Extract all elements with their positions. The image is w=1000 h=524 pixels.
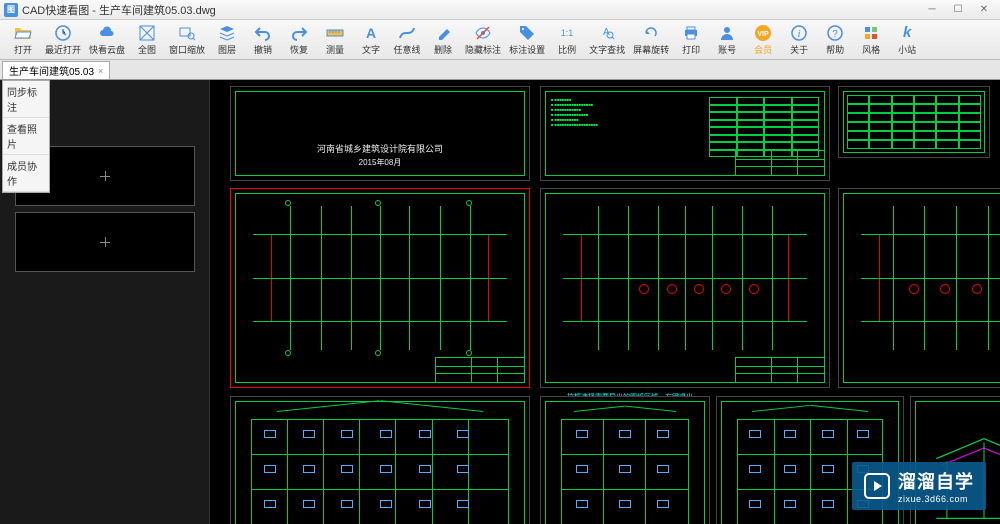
print-button[interactable]: 打印 (674, 22, 708, 58)
tab-label: 生产车间建筑05.03 (9, 63, 94, 78)
line-icon (398, 24, 416, 42)
drawing-sheet-notes[interactable]: ■ ■■■■■■■■ ■■■■■■■■■■■■■■■■■ ■■■■■■■■■■■… (540, 86, 830, 181)
layer-icon (218, 24, 236, 42)
zoom-window-button[interactable]: 窗口缩放 (166, 22, 208, 58)
ruler-icon (326, 24, 344, 42)
thumbnail[interactable] (15, 212, 195, 272)
undo-icon (254, 24, 272, 42)
style-button[interactable]: 风格 (854, 22, 888, 58)
about-button[interactable]: i关于 (782, 22, 816, 58)
svg-text:1:1: 1:1 (561, 28, 574, 38)
document-tab[interactable]: 生产车间建筑05.03 × (2, 61, 110, 79)
folder-icon (14, 24, 32, 42)
help-button[interactable]: ?帮助 (818, 22, 852, 58)
drawing-canvas[interactable]: 河南省城乡建筑设计院有限公司 2015年08月 ■ ■■■■■■■■ ■■■■■… (210, 80, 1000, 524)
play-icon (864, 473, 890, 499)
text-icon: A (362, 24, 380, 42)
rotate-icon (642, 24, 660, 42)
print-icon (682, 24, 700, 42)
window-title: CAD快速看图 - 生产车间建筑05.03.dwg (22, 2, 216, 18)
drawing-sheet-title[interactable]: 河南省城乡建筑设计院有限公司 2015年08月 (230, 86, 530, 181)
watermark-title: 溜溜自学 (898, 468, 974, 494)
view-photo-item[interactable]: 查看照片 (3, 118, 49, 155)
main-toolbar: 打开 最近打开 快看云盘 全图 窗口缩放 图层 撤销 恢复 测量 A文字 任意线… (0, 20, 1000, 60)
close-button[interactable]: ✕ (972, 2, 996, 18)
rotate-button[interactable]: 屏幕旋转 (630, 22, 672, 58)
k-icon: k (898, 24, 916, 42)
minimize-button[interactable]: ─ (920, 2, 944, 18)
eye-off-icon (474, 24, 492, 42)
undo-button[interactable]: 撤销 (246, 22, 280, 58)
document-tab-bar: 生产车间建筑05.03 × (0, 60, 1000, 80)
fit-button[interactable]: 全图 (130, 22, 164, 58)
clock-icon (54, 24, 72, 42)
maximize-button[interactable]: ☐ (946, 2, 970, 18)
vip-icon: VIP (754, 24, 772, 42)
collaborate-item[interactable]: 成员协作 (3, 155, 49, 192)
site-button[interactable]: k小站 (890, 22, 924, 58)
info-icon: i (790, 24, 808, 42)
scale-button[interactable]: 1:1比例 (550, 22, 584, 58)
drawing-workspace[interactable]: 河南省城乡建筑设计院有限公司 2015年08月 ■ ■■■■■■■■ ■■■■■… (0, 80, 1000, 524)
watermark-url: zixue.3d66.com (898, 494, 974, 504)
svg-text:VIP: VIP (757, 31, 769, 38)
app-icon: 图 (4, 3, 18, 17)
drawing-date: 2015年08月 (231, 157, 529, 168)
redo-button[interactable]: 恢复 (282, 22, 316, 58)
window-titlebar: 图 CAD快速看图 - 生产车间建筑05.03.dwg ─ ☐ ✕ (0, 0, 1000, 20)
svg-text:?: ? (832, 29, 838, 40)
user-icon (718, 24, 736, 42)
tab-context-menu: 同步标注 查看照片 成员协作 (2, 80, 50, 193)
svg-text:A: A (366, 25, 376, 41)
drawing-sheet-elevation[interactable] (230, 396, 530, 524)
redo-icon (290, 24, 308, 42)
drawing-sheet-plan[interactable] (540, 188, 830, 388)
sync-annotation-item[interactable]: 同步标注 (3, 81, 49, 118)
text-button[interactable]: A文字 (354, 22, 388, 58)
zoom-window-icon (178, 24, 196, 42)
delete-button[interactable]: 删除 (426, 22, 460, 58)
search-text-icon: A (598, 24, 616, 42)
open-button[interactable]: 打开 (6, 22, 40, 58)
vip-button[interactable]: VIP会员 (746, 22, 780, 58)
tab-close-icon[interactable]: × (98, 66, 103, 76)
drawing-sheet-table[interactable] (838, 86, 990, 158)
find-text-button[interactable]: A文字查找 (586, 22, 628, 58)
scale-icon: 1:1 (558, 24, 576, 42)
line-button[interactable]: 任意线 (390, 22, 424, 58)
cloud-icon (98, 24, 116, 42)
hide-annotation-button[interactable]: 隐藏标注 (462, 22, 504, 58)
drawing-sheet-plan[interactable] (838, 188, 1000, 388)
svg-text:i: i (798, 28, 801, 40)
tag-icon (518, 24, 536, 42)
watermark-badge: 溜溜自学 zixue.3d66.com (852, 462, 986, 510)
help-icon: ? (826, 24, 844, 42)
palette-icon (862, 24, 880, 42)
layer-button[interactable]: 图层 (210, 22, 244, 58)
annotation-settings-button[interactable]: 标注设置 (506, 22, 548, 58)
fit-icon (138, 24, 156, 42)
cloud-button[interactable]: 快看云盘 (86, 22, 128, 58)
eraser-icon (434, 24, 452, 42)
recent-button[interactable]: 最近打开 (42, 22, 84, 58)
drawing-sheet-elevation[interactable] (540, 396, 710, 524)
drawing-sheet-plan-selected[interactable] (230, 188, 530, 388)
measure-button[interactable]: 测量 (318, 22, 352, 58)
company-name: 河南省城乡建筑设计院有限公司 (231, 142, 529, 155)
account-button[interactable]: 账号 (710, 22, 744, 58)
